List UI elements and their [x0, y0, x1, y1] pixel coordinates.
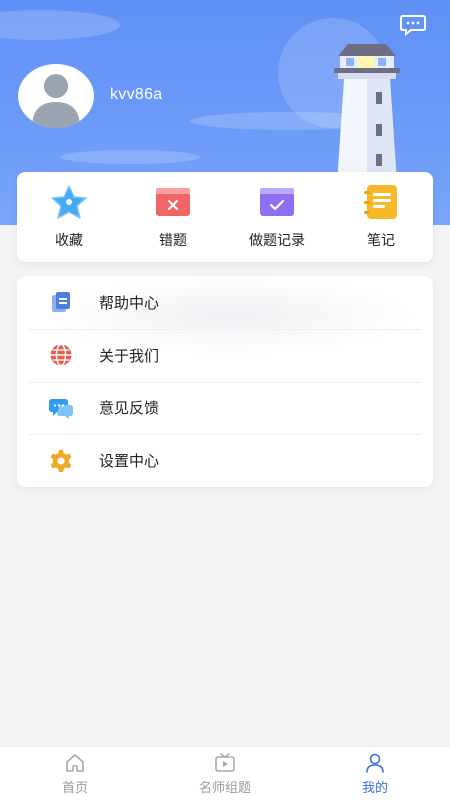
- message-button[interactable]: [400, 14, 426, 37]
- home-icon: [64, 752, 86, 774]
- wrong-questions-icon: [154, 184, 192, 220]
- avatar[interactable]: [18, 64, 94, 128]
- person-icon: [364, 752, 386, 774]
- menu-item-label: 意见反馈: [99, 399, 160, 418]
- nav-tab-label: 我的: [361, 780, 388, 796]
- cloud-decoration: [60, 150, 200, 164]
- message-icon: [400, 15, 426, 37]
- menu-item-about-us[interactable]: 关于我们: [17, 328, 433, 382]
- notebook-icon: [362, 184, 400, 220]
- tv-play-icon: [214, 752, 236, 774]
- document-icon: [48, 289, 74, 315]
- settings-menu-card: 帮助中心 关于我们 意见反馈 设置中心: [17, 276, 433, 487]
- quick-item-wrong-questions[interactable]: 错题: [121, 172, 225, 262]
- menu-item-label: 帮助中心: [99, 293, 160, 312]
- practice-record-icon: [258, 184, 296, 220]
- user-avatar-icon: [32, 74, 80, 128]
- chat-bubbles-icon: [48, 395, 74, 421]
- menu-item-label: 设置中心: [99, 452, 160, 471]
- quick-item-favorites[interactable]: 收藏: [17, 172, 121, 262]
- quick-item-label: 做题记录: [249, 233, 305, 249]
- nav-tab-mine[interactable]: 我的: [300, 747, 450, 800]
- nav-tab-label: 名师组题: [198, 780, 251, 796]
- gear-icon: [48, 448, 74, 474]
- menu-item-feedback[interactable]: 意见反馈: [17, 381, 433, 435]
- cloud-decoration: [0, 10, 120, 40]
- nav-tab-home[interactable]: 首页: [0, 747, 150, 800]
- quick-item-label: 收藏: [55, 233, 83, 249]
- nav-tab-teacher-sets[interactable]: 名师组题: [150, 747, 300, 800]
- quick-item-notes[interactable]: 笔记: [329, 172, 433, 262]
- quick-actions-card: 收藏 错题 做题记录 笔记: [17, 172, 433, 262]
- bottom-navigation: 首页 名师组题 我的: [0, 746, 450, 800]
- menu-item-settings-center[interactable]: 设置中心: [17, 434, 433, 487]
- quick-item-label: 错题: [159, 233, 187, 249]
- star-icon: [50, 184, 88, 220]
- username: kvv86a: [110, 86, 163, 103]
- quick-item-label: 笔记: [367, 233, 395, 249]
- menu-item-help-center[interactable]: 帮助中心: [17, 276, 433, 329]
- quick-item-practice-record[interactable]: 做题记录: [225, 172, 329, 262]
- nav-tab-label: 首页: [61, 780, 88, 796]
- globe-icon: [48, 342, 74, 368]
- menu-item-label: 关于我们: [99, 346, 160, 365]
